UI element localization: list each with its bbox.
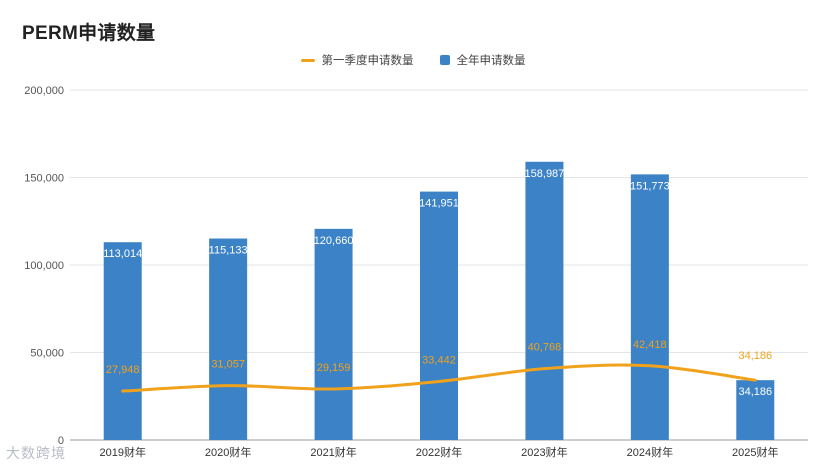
x-tick-label: 2023财年 bbox=[521, 445, 567, 459]
bar-value-label: 115,133 bbox=[209, 245, 248, 257]
chart-canvas: 050,000100,000150,000200,000113,014 115,1… bbox=[24, 85, 808, 459]
y-tick-label: 50,000 bbox=[30, 348, 64, 360]
watermark: 大数跨境 bbox=[6, 445, 66, 461]
y-tick-label: 150,000 bbox=[24, 173, 64, 185]
line-value-label: 42,418 bbox=[633, 339, 667, 351]
bar bbox=[209, 238, 248, 440]
bar-value-label: 158,987 bbox=[525, 168, 565, 180]
line-value-label: 40,768 bbox=[528, 342, 562, 354]
bar-value-label: 151,773 bbox=[630, 180, 670, 192]
bar bbox=[314, 228, 353, 440]
bar-value-label: 113,014 bbox=[103, 248, 142, 260]
bar bbox=[103, 242, 142, 440]
line-value-label: 27,948 bbox=[106, 364, 140, 376]
bar-value-label: 34,186 bbox=[738, 386, 772, 398]
x-tick-label: 2022财年 bbox=[416, 445, 462, 459]
x-tick-label: 2024财年 bbox=[627, 445, 673, 459]
x-tick-label: 2020财年 bbox=[205, 445, 251, 459]
line-value-label: 33,442 bbox=[422, 354, 456, 366]
bar bbox=[420, 191, 458, 440]
x-tick-label: 2021财年 bbox=[310, 445, 356, 459]
line-value-label: 34,186 bbox=[738, 350, 772, 362]
line-value-label: 31,057 bbox=[211, 359, 245, 371]
bar-value-label: 120,660 bbox=[314, 235, 354, 247]
bar bbox=[630, 174, 669, 440]
bar bbox=[525, 161, 564, 440]
x-tick-label: 2025财年 bbox=[732, 445, 778, 459]
x-tick-label: 2019财年 bbox=[99, 445, 145, 459]
y-tick-label: 200,000 bbox=[24, 85, 64, 97]
bar-value-label: 141,951 bbox=[419, 198, 459, 210]
y-tick-label: 100,000 bbox=[24, 260, 64, 272]
line-value-label: 29,159 bbox=[317, 362, 351, 374]
